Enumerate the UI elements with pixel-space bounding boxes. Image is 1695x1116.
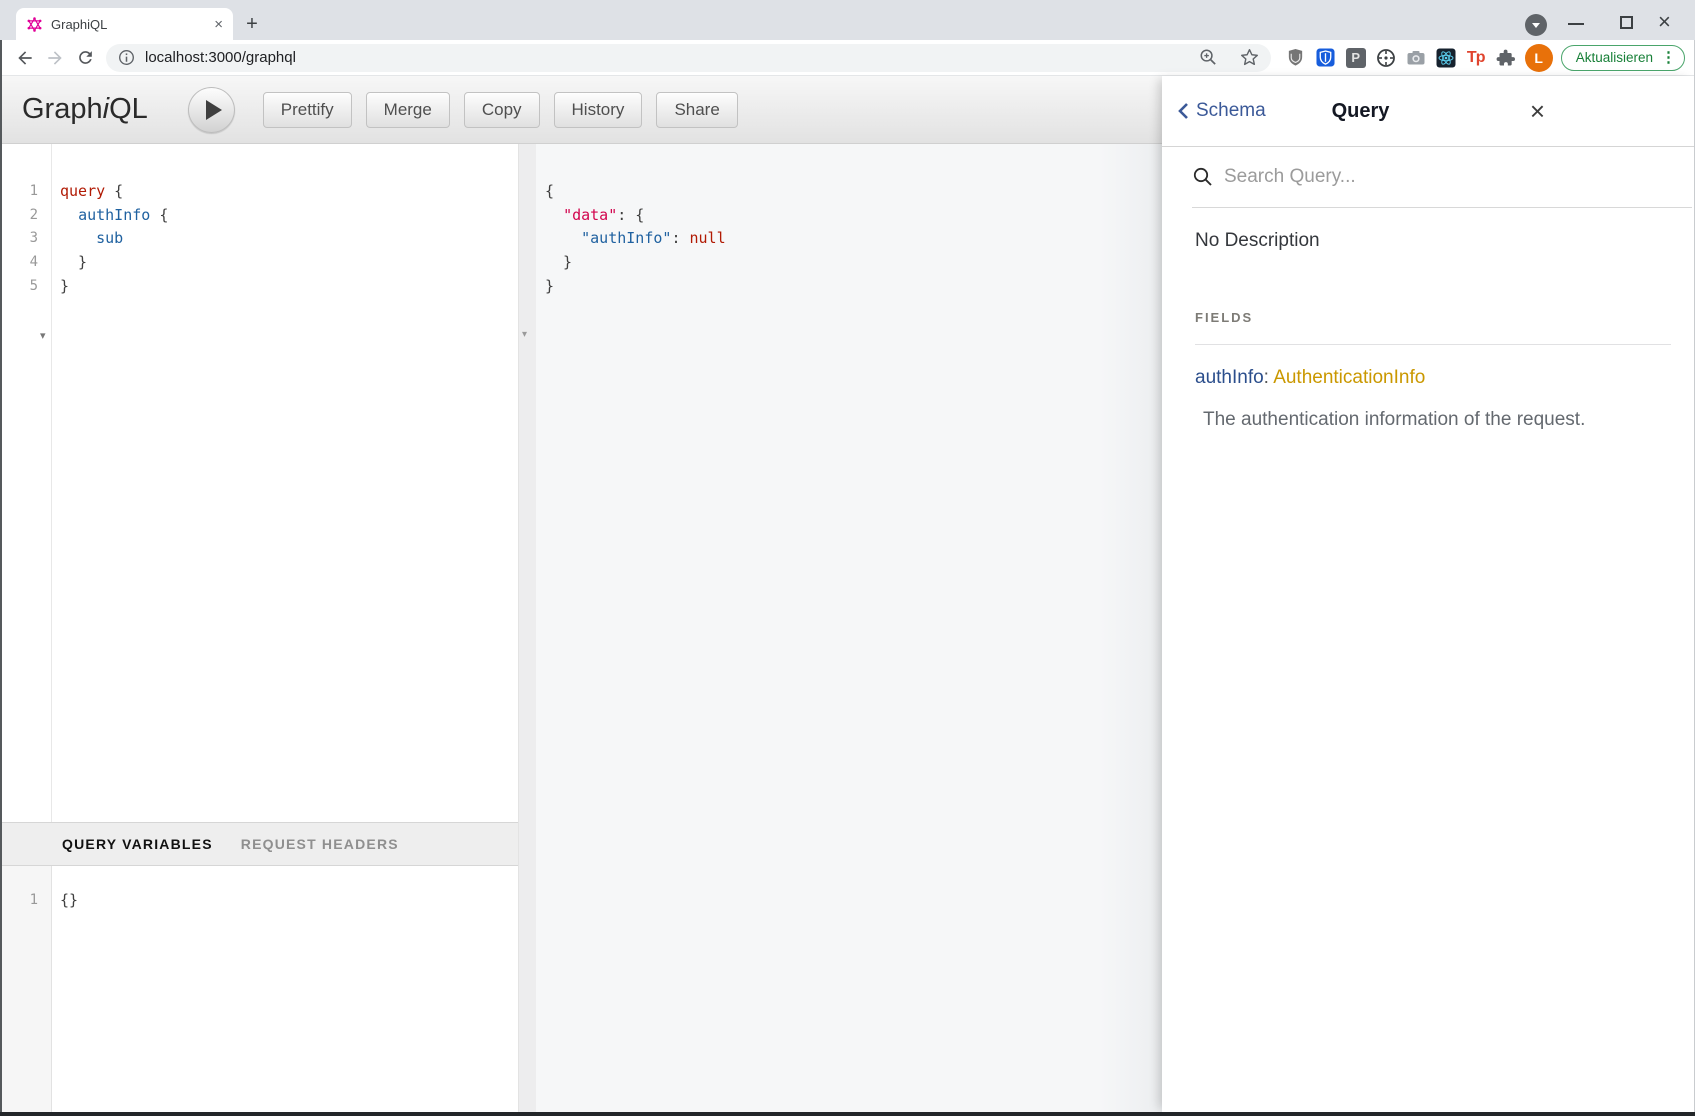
doc-no-description: No Description bbox=[1195, 230, 1671, 252]
variables-editor-gutter: 1 bbox=[0, 866, 52, 1112]
extension-react-devtools-icon[interactable] bbox=[1431, 43, 1461, 73]
address-bar[interactable]: localhost:3000/graphql bbox=[106, 44, 1271, 72]
tp-letters: Tp bbox=[1467, 49, 1485, 67]
query-editor-code[interactable]: query { authInfo { sub }} bbox=[52, 144, 518, 822]
extension-tp-icon[interactable]: Tp bbox=[1461, 43, 1491, 73]
bookmark-star-icon[interactable] bbox=[1240, 48, 1259, 67]
extensions-puzzle-icon[interactable] bbox=[1491, 43, 1521, 73]
copy-button[interactable]: Copy bbox=[464, 92, 540, 128]
chrome-update-menu-button[interactable]: Aktualisieren ⋮ bbox=[1561, 45, 1685, 71]
chevron-down-icon bbox=[1532, 23, 1540, 28]
tab-title: GraphiQL bbox=[51, 17, 214, 32]
prettify-button[interactable]: Prettify bbox=[263, 92, 352, 128]
doc-explorer-header: Schema Query × bbox=[1162, 76, 1695, 147]
editor-panes: 12345 query { authInfo { sub }} QUERY VA… bbox=[0, 144, 1162, 1112]
extension-camera-icon[interactable] bbox=[1401, 43, 1431, 73]
reload-button[interactable] bbox=[70, 43, 100, 73]
browser-toolbar: localhost:3000/graphql P bbox=[0, 40, 1695, 76]
result-viewer-code: { "data": { "authInfo": null }} bbox=[536, 144, 1162, 299]
field-name-link[interactable]: authInfo bbox=[1195, 367, 1264, 388]
graphiql-workspace: GraphiQL Prettify Merge Copy History Sha… bbox=[0, 76, 1162, 1112]
field-description: The authentication information of the re… bbox=[1195, 409, 1671, 431]
doc-body: No Description FIELDS authInfo: Authenti… bbox=[1162, 208, 1695, 431]
tab-strip: GraphiQL × + × bbox=[0, 0, 1695, 40]
forward-button[interactable] bbox=[40, 43, 70, 73]
doc-close-icon[interactable]: × bbox=[1530, 98, 1545, 124]
window-edge bbox=[0, 1112, 1695, 1116]
query-editor[interactable]: 12345 query { authInfo { sub }} bbox=[0, 144, 518, 822]
doc-fields-heading: FIELDS bbox=[1195, 310, 1671, 325]
fold-arrow-icon[interactable]: ▾ bbox=[40, 329, 46, 342]
extension-crosshair-icon[interactable] bbox=[1371, 43, 1401, 73]
window-close-button[interactable]: × bbox=[1658, 9, 1671, 35]
browser-tab-graphiql[interactable]: GraphiQL × bbox=[16, 8, 233, 40]
fold-arrow-icon[interactable]: ▾ bbox=[522, 329, 527, 340]
extension-p-icon[interactable]: P bbox=[1341, 43, 1371, 73]
graphiql-app: GraphiQL Prettify Merge Copy History Sha… bbox=[0, 76, 1695, 1112]
variables-editor-code[interactable]: {} bbox=[52, 866, 518, 1112]
pane-resize-divider[interactable] bbox=[518, 144, 536, 1112]
zoom-icon[interactable] bbox=[1199, 48, 1218, 67]
update-label: Aktualisieren bbox=[1576, 50, 1653, 65]
variables-editor[interactable]: 1 {} bbox=[0, 866, 518, 1112]
browser-window: GraphiQL × + × localhost:3000 bbox=[0, 0, 1695, 1116]
graphiql-topbar: GraphiQL Prettify Merge Copy History Sha… bbox=[0, 76, 1162, 144]
search-icon bbox=[1192, 166, 1214, 188]
extension-bitwarden-icon[interactable] bbox=[1311, 43, 1341, 73]
page-info-icon[interactable] bbox=[118, 49, 135, 66]
history-button[interactable]: History bbox=[554, 92, 643, 128]
extension-ublock-icon[interactable] bbox=[1281, 43, 1311, 73]
result-pane: { "data": { "authInfo": null }} bbox=[536, 144, 1162, 1112]
profile-avatar[interactable]: L bbox=[1525, 44, 1553, 72]
tab-request-headers[interactable]: REQUEST HEADERS bbox=[241, 836, 399, 852]
doc-explorer-panel: Schema Query × No Description FIELDS bbox=[1162, 76, 1695, 1112]
divider bbox=[1195, 344, 1671, 345]
doc-field-authinfo: authInfo: AuthenticationInfo bbox=[1195, 367, 1671, 389]
window-minimize-button[interactable] bbox=[1568, 23, 1584, 25]
execute-query-button[interactable] bbox=[188, 87, 235, 133]
doc-search-input[interactable] bbox=[1224, 166, 1692, 188]
back-button[interactable] bbox=[10, 43, 40, 73]
doc-search-row bbox=[1192, 147, 1692, 208]
graphiql-logo: GraphiQL bbox=[22, 93, 148, 126]
kebab-menu-icon: ⋮ bbox=[1661, 50, 1676, 65]
tab-close-icon[interactable]: × bbox=[214, 17, 223, 32]
merge-button[interactable]: Merge bbox=[366, 92, 450, 128]
type-name-link[interactable]: AuthenticationInfo bbox=[1273, 367, 1425, 388]
p-letter: P bbox=[1346, 48, 1366, 68]
share-button[interactable]: Share bbox=[656, 92, 737, 128]
variables-tab-bar: QUERY VARIABLES REQUEST HEADERS bbox=[0, 822, 518, 866]
doc-title: Query bbox=[1176, 100, 1545, 123]
url-text[interactable]: localhost:3000/graphql bbox=[145, 49, 1199, 66]
tab-search-button[interactable] bbox=[1525, 14, 1547, 36]
play-icon bbox=[206, 100, 222, 120]
tab-query-variables[interactable]: QUERY VARIABLES bbox=[62, 836, 213, 852]
query-editor-gutter: 12345 bbox=[0, 144, 52, 822]
graphql-favicon-icon bbox=[27, 17, 42, 32]
window-maximize-button[interactable] bbox=[1620, 16, 1633, 29]
new-tab-button[interactable]: + bbox=[238, 10, 266, 38]
query-pane: 12345 query { authInfo { sub }} QUERY VA… bbox=[0, 144, 518, 1112]
window-edge bbox=[0, 40, 2, 1116]
